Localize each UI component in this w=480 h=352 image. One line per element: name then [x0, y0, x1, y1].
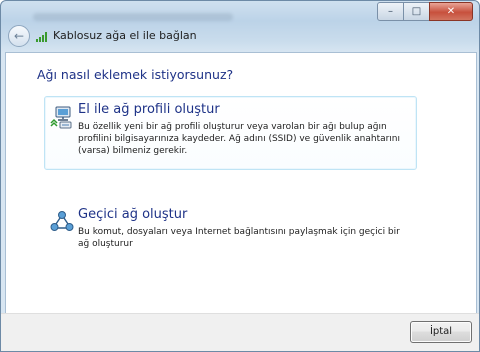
option-title: El ile ağ profili oluştur [78, 102, 220, 117]
page-question: Ağı nasıl eklemek istiyorsunuz? [37, 67, 234, 82]
back-button[interactable]: ← [8, 25, 30, 47]
option-title: Geçici ağ oluştur [78, 207, 188, 222]
ad-hoc-network-icon [50, 210, 74, 238]
option-manual-profile[interactable]: El ile ağ profili oluştur Bu özellik yen… [44, 96, 417, 170]
dialog-title: Kablosuz ağa el ile bağlan [53, 29, 197, 42]
content-panel: Ağı nasıl eklemek istiyorsunuz? El ile a… [5, 52, 477, 314]
title-bar-background-text [33, 13, 233, 21]
wifi-signal-icon [36, 32, 48, 42]
option-description: Bu özellik yeni bir ağ profili oluşturur… [78, 122, 401, 156]
caption-buttons: – □ ✕ [377, 2, 473, 21]
dialog-window: – □ ✕ ← Kablosuz ağa el ile bağlan Ağı n… [0, 0, 480, 352]
option-ad-hoc-network[interactable]: Geçici ağ oluştur Bu komut, dosyaları ve… [44, 201, 417, 251]
minimize-button[interactable]: – [377, 2, 404, 21]
cancel-button[interactable]: İptal [410, 321, 472, 343]
maximize-button[interactable]: □ [403, 2, 430, 21]
footer-bar: İptal [1, 313, 479, 351]
close-button[interactable]: ✕ [429, 2, 473, 21]
navigation-bar: ← Kablosuz ağa el ile bağlan [1, 23, 479, 49]
title-bar[interactable]: – □ ✕ [1, 1, 479, 23]
wireless-computer-icon [50, 105, 74, 133]
option-description: Bu komut, dosyaları veya Internet bağlan… [78, 227, 400, 249]
